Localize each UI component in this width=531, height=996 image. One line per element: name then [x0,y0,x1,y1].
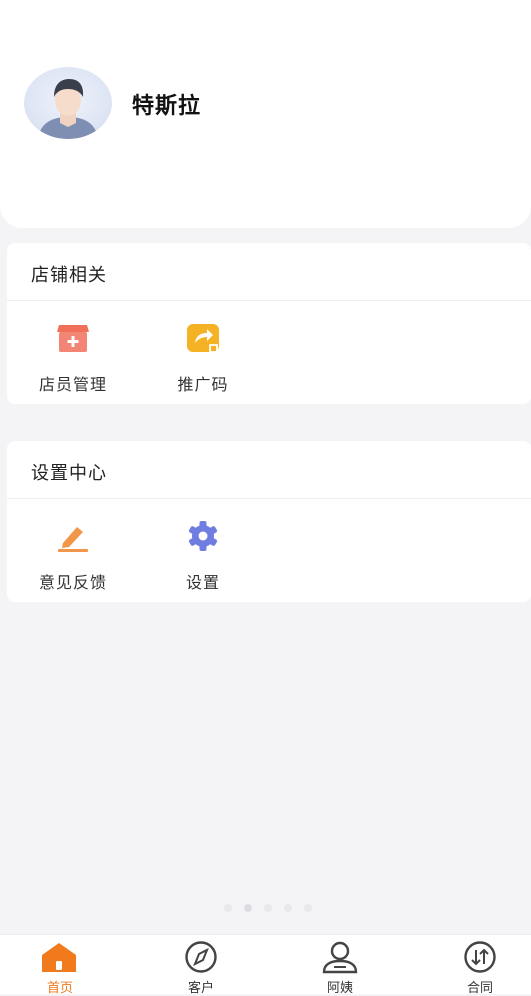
tab-aunt[interactable]: 阿姨 [274,935,406,996]
tab-label: 阿姨 [326,981,353,996]
home-icon [38,940,80,974]
section-title: 设置中心 [31,463,107,484]
avatar[interactable] [24,67,112,139]
gear-icon [185,519,221,553]
tab-label: 客户 [187,981,214,996]
tab-customers[interactable]: 客户 [135,935,267,996]
person-icon [319,940,361,974]
compass-icon [180,940,222,974]
settings-item[interactable]: 设置 [143,519,263,609]
shop-staff-icon [55,321,91,355]
user-name: 特斯拉 [132,94,202,119]
page-dot [264,904,272,912]
edit-feedback-icon [55,519,91,553]
tab-home[interactable]: 首页 [0,935,132,996]
grid-label: 设置 [185,573,220,592]
section-title: 店铺相关 [31,265,107,286]
divider [7,300,531,301]
tab-label: 首页 [46,981,73,996]
page-dot [284,904,292,912]
profile-card: 特斯拉 [0,0,531,228]
grid-label: 意见反馈 [38,573,107,592]
tab-contracts[interactable]: 合同 [414,935,531,996]
promo-code-item[interactable]: 推广码 [143,321,263,411]
page-dot [304,904,312,912]
grid-label: 推广码 [177,375,229,394]
section-store: 店铺相关 店员管理 推广码 [7,243,531,404]
tab-label: 合同 [466,981,493,996]
page-dot [224,904,232,912]
avatar-image [24,67,112,139]
bottom-tab-bar: 首页 客户 阿姨 合同 [0,934,531,996]
divider [7,498,531,499]
staff-management-item[interactable]: 店员管理 [13,321,133,411]
share-code-icon [185,321,221,355]
feedback-item[interactable]: 意见反馈 [13,519,133,609]
swap-arrows-icon [459,940,501,974]
page-dot-active [244,904,252,912]
section-settings: 设置中心 意见反馈 设置 [7,441,531,602]
grid-label: 店员管理 [38,375,107,394]
